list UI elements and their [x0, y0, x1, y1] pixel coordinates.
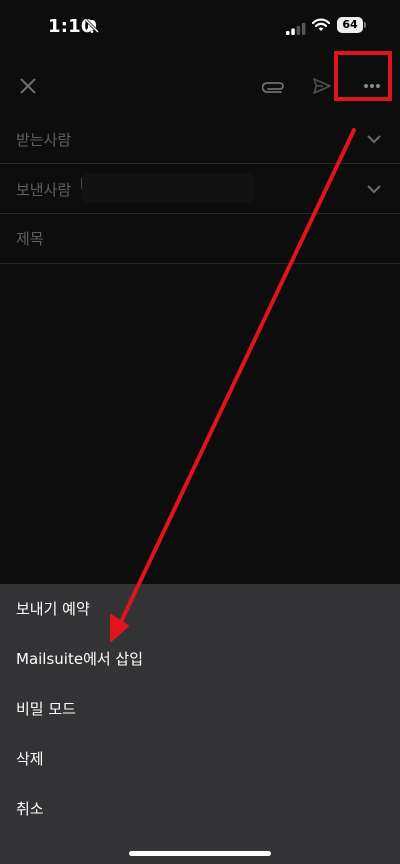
- cellular-signal-icon: [286, 20, 306, 39]
- send-icon: [313, 78, 331, 94]
- annotation-highlight-box: [334, 51, 392, 101]
- menu-item-cancel[interactable]: 취소: [0, 784, 400, 834]
- chevron-down-icon[interactable]: [366, 179, 382, 198]
- close-icon: [20, 78, 36, 94]
- menu-item-insert-from-mailsuite[interactable]: Mailsuite에서 삽입: [0, 634, 400, 684]
- subject-placeholder: 제목: [16, 230, 44, 248]
- from-field[interactable]: 보낸사람 k: [0, 163, 400, 214]
- chevron-down-icon[interactable]: [366, 129, 382, 148]
- menu-item-schedule-send[interactable]: 보내기 예약: [0, 584, 400, 634]
- status-bar: 1:10 64: [0, 0, 400, 54]
- paperclip-icon: [262, 82, 284, 93]
- from-label: 보낸사람: [16, 181, 72, 199]
- battery-icon: 64: [337, 17, 367, 33]
- menu-item-label: 삭제: [16, 750, 44, 768]
- menu-item-label: 취소: [16, 800, 44, 818]
- close-button[interactable]: [12, 70, 44, 102]
- redacted-sender-address: [82, 173, 254, 203]
- to-label: 받는사람: [16, 131, 72, 149]
- subject-field[interactable]: 제목: [0, 213, 400, 264]
- to-field[interactable]: 받는사람: [0, 113, 400, 164]
- battery-level: 64: [337, 17, 363, 33]
- menu-item-delete[interactable]: 삭제: [0, 734, 400, 784]
- menu-item-label: 보내기 예약: [16, 600, 90, 618]
- menu-item-confidential-mode[interactable]: 비밀 모드: [0, 684, 400, 734]
- menu-item-label: Mailsuite에서 삽입: [16, 650, 144, 668]
- wifi-icon: [311, 17, 331, 36]
- home-indicator: [129, 851, 271, 856]
- options-sheet: 보내기 예약 Mailsuite에서 삽입 비밀 모드 삭제 취소: [0, 584, 400, 864]
- menu-item-label: 비밀 모드: [16, 700, 76, 718]
- bell-muted-icon: [84, 18, 100, 34]
- attach-button[interactable]: [258, 70, 290, 102]
